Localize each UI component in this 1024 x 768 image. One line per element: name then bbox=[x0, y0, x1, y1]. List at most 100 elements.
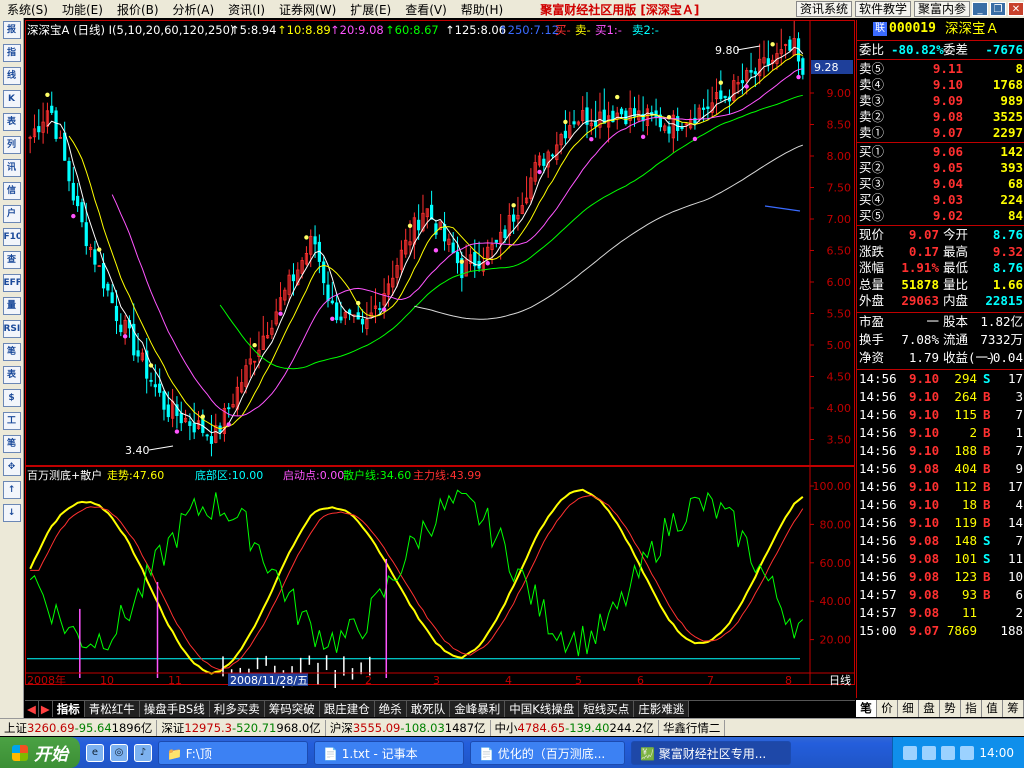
info-system-button[interactable]: 资讯系统 bbox=[795, 1, 852, 17]
index-item[interactable]: 中小4784.65-139.40244.2亿 bbox=[491, 719, 659, 736]
tab-indicator-10[interactable]: 短线买点 bbox=[579, 701, 635, 717]
security-icon[interactable] bbox=[941, 745, 956, 760]
link-icon[interactable]: 联 bbox=[873, 22, 887, 36]
kline-chart-area[interactable]: 深深宝A (日线) I(5,10,20,60,120,250) ↑5:8.94 ↑1… bbox=[25, 20, 855, 688]
left-toolbar: 报指线 K 表列讯信户 F10 查 EFF 量 RSI 笔表 $ 工笔 ✥ ↑ ↓ bbox=[0, 18, 24, 718]
index-value: 4784.65 bbox=[517, 720, 566, 735]
pencil-icon[interactable]: 笔 bbox=[2, 435, 21, 453]
tab-indicator-2[interactable]: 操盘手BS线 bbox=[139, 701, 210, 717]
menu-extend[interactable]: 扩展(E) bbox=[343, 1, 398, 18]
start-button[interactable]: 开始 bbox=[0, 737, 80, 768]
candle-body bbox=[719, 90, 723, 100]
news-icon[interactable]: 讯 bbox=[2, 159, 21, 177]
signal-label: 买1:- bbox=[595, 23, 622, 37]
ime-icon[interactable] bbox=[960, 745, 975, 760]
index-name: 中小 bbox=[494, 720, 518, 735]
fund-value: 一 bbox=[926, 313, 939, 329]
tab-indicator-0[interactable]: 指标 bbox=[52, 701, 85, 717]
tick-row: 14:56 9.10 115 B 7 bbox=[857, 406, 1024, 424]
users-icon[interactable]: 户 bbox=[2, 205, 21, 223]
tutorial-button[interactable]: 软件教学 bbox=[854, 1, 911, 17]
panel-tab-2[interactable]: 细 bbox=[898, 700, 919, 717]
tab-indicator-8[interactable]: 金峰暴利 bbox=[450, 701, 506, 717]
panel-tab-0[interactable]: 笔 bbox=[856, 700, 877, 717]
menu-info[interactable]: 资讯(I) bbox=[221, 1, 272, 18]
taskbar-notepad-window[interactable]: 📄 1.txt - 记事本 bbox=[314, 740, 464, 765]
tab-indicator-11[interactable]: 庄影难逃 bbox=[634, 701, 690, 717]
line-chart-icon[interactable]: 线 bbox=[2, 67, 21, 85]
tick-volume: 101 bbox=[954, 550, 977, 566]
menu-quote[interactable]: 报价(B) bbox=[110, 1, 166, 18]
arrow-up-icon[interactable]: ↑ bbox=[2, 481, 21, 499]
candle-body bbox=[162, 391, 166, 410]
arrow-down-icon[interactable]: ↓ bbox=[2, 504, 21, 522]
tick-icon[interactable]: 笔 bbox=[2, 343, 21, 361]
tab-indicator-3[interactable]: 利多买卖 bbox=[209, 701, 265, 717]
kline-icon[interactable]: K bbox=[2, 90, 21, 108]
search-icon[interactable]: 查 bbox=[2, 251, 21, 269]
tick-count: 14 bbox=[1007, 514, 1023, 530]
index-item[interactable]: 深证12975.3-520.71968.0亿 bbox=[157, 719, 326, 736]
tab-indicator-6[interactable]: 绝杀 bbox=[374, 701, 407, 717]
tick-row: 14:56 9.08 123 B 10 bbox=[857, 568, 1024, 586]
tab-indicator-5[interactable]: 跟庄建仓 bbox=[319, 701, 375, 717]
taskbar-folder-window[interactable]: 📁 F:\顶 bbox=[158, 740, 308, 765]
browser-icon[interactable]: ◎ bbox=[110, 743, 128, 762]
tab-indicator-7[interactable]: 敢死队 bbox=[406, 701, 451, 717]
tab-next-arrow-icon[interactable]: ▶ bbox=[38, 701, 53, 717]
date-axis-label: 2008/11/28/五 bbox=[230, 674, 308, 687]
menu-system[interactable]: 系统(S) bbox=[0, 1, 55, 18]
eff-icon[interactable]: EFF bbox=[2, 274, 21, 292]
close-icon[interactable]: ✕ bbox=[1008, 2, 1024, 16]
list-icon[interactable]: 列 bbox=[2, 136, 21, 154]
tab-indicator-4[interactable]: 筹码突破 bbox=[264, 701, 320, 717]
indicator-axis-label: 100.00 bbox=[813, 480, 852, 493]
ie-icon[interactable]: e bbox=[86, 743, 104, 762]
restore-icon[interactable]: ❐ bbox=[990, 2, 1006, 16]
tools-icon[interactable]: 工 bbox=[2, 412, 21, 430]
media-icon[interactable]: ♪ bbox=[134, 743, 152, 762]
minimize-icon[interactable]: _ bbox=[972, 2, 988, 16]
taskbar-optimize-window[interactable]: 📄 优化的（百万测底... bbox=[470, 740, 625, 765]
tick-count: 3 bbox=[1015, 388, 1023, 404]
insider-button[interactable]: 聚富内参 bbox=[913, 1, 970, 17]
quote-icon[interactable]: 报 bbox=[2, 21, 21, 39]
tab-indicator-9[interactable]: 中国K线操盘 bbox=[505, 701, 580, 717]
index-item[interactable]: 沪深3555.09-108.031487亿 bbox=[326, 719, 491, 736]
taskbar-app-window[interactable]: 💹 聚富财经社区专用... bbox=[631, 740, 791, 765]
menu-web[interactable]: 证券网(W) bbox=[272, 1, 343, 18]
tick-direction: S bbox=[983, 550, 991, 566]
f10-icon[interactable]: F10 bbox=[2, 228, 21, 246]
mail-icon[interactable]: 信 bbox=[2, 182, 21, 200]
panel-tab-5[interactable]: 指 bbox=[961, 700, 982, 717]
dollar-icon[interactable]: $ bbox=[2, 389, 21, 407]
panel-tab-7[interactable]: 筹 bbox=[1003, 700, 1024, 717]
panel-tab-6[interactable]: 值 bbox=[982, 700, 1003, 717]
panel-tab-4[interactable]: 势 bbox=[940, 700, 961, 717]
menu-view[interactable]: 查看(V) bbox=[398, 1, 454, 18]
report-icon[interactable]: 表 bbox=[2, 113, 21, 131]
menu-help[interactable]: 帮助(H) bbox=[454, 1, 510, 18]
index-item[interactable]: 上证3260.69-95.641896亿 bbox=[0, 719, 158, 736]
move-icon[interactable]: ✥ bbox=[2, 458, 21, 476]
tab-prev-arrow-icon[interactable]: ◀ bbox=[25, 701, 39, 717]
panel-tab-3[interactable]: 盘 bbox=[919, 700, 940, 717]
panel-tab-1[interactable]: 价 bbox=[877, 700, 898, 717]
table-icon[interactable]: 表 bbox=[2, 366, 21, 384]
candle-body bbox=[76, 195, 80, 207]
tab-indicator-1[interactable]: 青松红牛 bbox=[84, 701, 140, 717]
index-item[interactable]: 华鑫行情二 bbox=[659, 719, 726, 736]
network-icon[interactable] bbox=[903, 745, 918, 760]
index-name: 深证 bbox=[161, 720, 185, 735]
indicator-icon[interactable]: 指 bbox=[2, 44, 21, 62]
rsi-icon[interactable]: RSI bbox=[2, 320, 21, 338]
menu-analysis[interactable]: 分析(A) bbox=[166, 1, 222, 18]
candle-body bbox=[512, 214, 516, 222]
candle-body bbox=[503, 229, 507, 238]
low-arrow bbox=[148, 445, 174, 451]
candle-body bbox=[753, 71, 757, 75]
volume-icon[interactable] bbox=[922, 745, 937, 760]
menu-function[interactable]: 功能(E) bbox=[55, 1, 110, 18]
vol-icon[interactable]: 量 bbox=[2, 297, 21, 315]
fund-value-2: 1.82亿 bbox=[980, 313, 1023, 329]
